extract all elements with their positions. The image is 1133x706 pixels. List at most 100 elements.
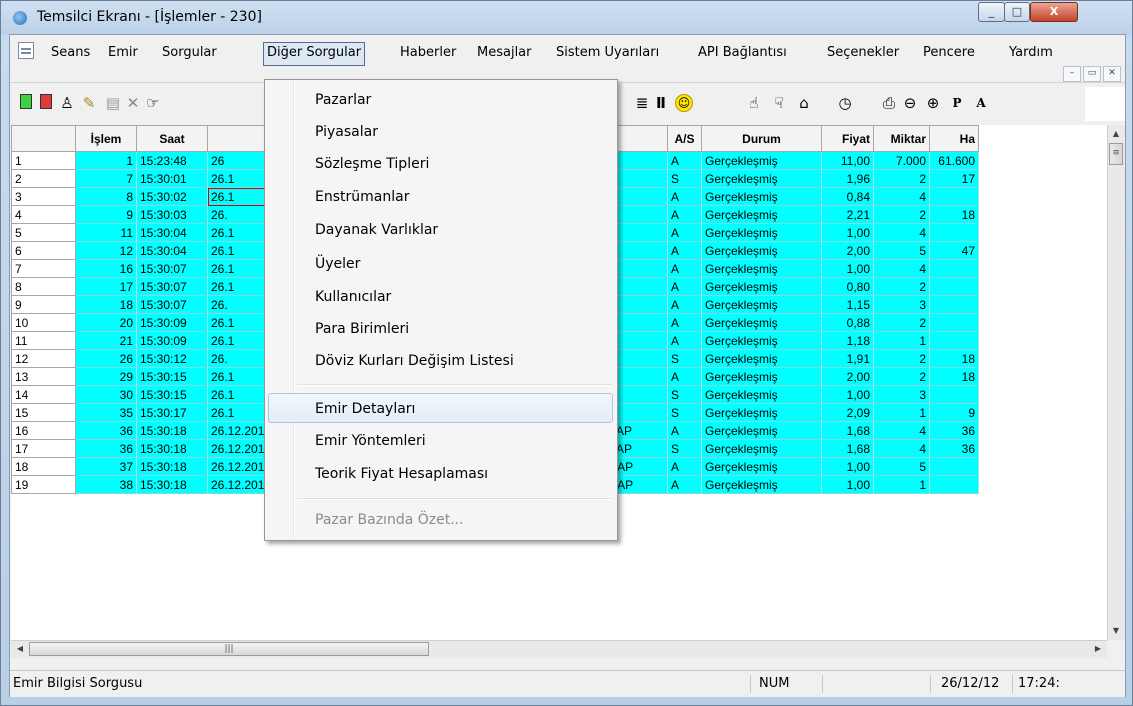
menu-yardim[interactable]: Yardım (1006, 42, 1056, 64)
scroll-up-icon[interactable]: ▲ (1108, 126, 1124, 142)
vertical-scroll-thumb[interactable]: ≡ (1109, 143, 1123, 165)
cell-fiyat[interactable]: 1,18 (821, 331, 874, 350)
cell-saat[interactable]: 15:30:07 (136, 259, 208, 278)
cell-saat[interactable]: 15:30:07 (136, 277, 208, 296)
cell-saat[interactable]: 15:30:12 (136, 349, 208, 368)
cell-hacim[interactable] (929, 187, 979, 206)
cell-as[interactable]: A (667, 241, 702, 260)
cell-hacim[interactable]: 18 (929, 367, 979, 386)
cell-durum[interactable]: Gerçekleşmiş (701, 421, 822, 440)
cell-as[interactable]: S (667, 169, 702, 188)
scroll-down-icon[interactable]: ▼ (1108, 623, 1124, 639)
menu-emir[interactable]: Emir (105, 42, 141, 64)
cell-row-number[interactable]: 11 (11, 331, 76, 350)
menu-seans[interactable]: Seans (48, 42, 93, 64)
cell-as[interactable]: S (667, 439, 702, 458)
cell-as[interactable]: A (667, 457, 702, 476)
cell-islem[interactable]: 11 (75, 223, 137, 242)
cell-islem[interactable]: 38 (75, 475, 137, 494)
cell-fiyat[interactable]: 1,68 (821, 421, 874, 440)
cell-hacim[interactable]: 61.600 (929, 151, 979, 170)
cell-as[interactable]: A (667, 259, 702, 278)
menu-item-kullanicilar[interactable]: Kullanıcılar (315, 286, 391, 308)
cell-islem[interactable]: 36 (75, 421, 137, 440)
menu-item-sozlesme-tipleri[interactable]: Sözleşme Tipleri (315, 153, 429, 175)
zoom-in-icon[interactable]: ⊕ (925, 94, 941, 112)
cell-islem[interactable]: 26 (75, 349, 137, 368)
menu-item-piyasalar[interactable]: Piyasalar (315, 121, 378, 143)
cell-as[interactable]: A (667, 151, 702, 170)
mdi-restore-icon[interactable]: ▭ (1083, 66, 1101, 82)
cell-hacim[interactable]: 36 (929, 421, 979, 440)
cell-hacim[interactable]: 36 (929, 439, 979, 458)
cell-saat[interactable]: 15:30:18 (136, 475, 208, 494)
cell-miktar[interactable]: 1 (873, 331, 930, 350)
list-icon[interactable]: ≣ (634, 94, 650, 112)
cell-islem[interactable]: 20 (75, 313, 137, 332)
cell-fiyat[interactable]: 2,00 (821, 241, 874, 260)
cell-fiyat[interactable]: 11,00 (821, 151, 874, 170)
cell-hacim[interactable] (929, 331, 979, 350)
cell-row-number[interactable]: 1 (11, 151, 76, 170)
cell-islem[interactable]: 36 (75, 439, 137, 458)
cell-row-number[interactable]: 6 (11, 241, 76, 260)
col-header-durum[interactable]: Durum (701, 125, 822, 152)
cell-saat[interactable]: 15:30:03 (136, 205, 208, 224)
cell-durum[interactable]: Gerçekleşmiş (701, 205, 822, 224)
cell-islem[interactable]: 7 (75, 169, 137, 188)
cell-row-number[interactable]: 15 (11, 403, 76, 422)
cell-durum[interactable]: Gerçekleşmiş (701, 403, 822, 422)
cell-hacim[interactable]: 17 (929, 169, 979, 188)
cell-row-number[interactable]: 18 (11, 457, 76, 476)
cell-row-number[interactable]: 10 (11, 313, 76, 332)
zoom-out-icon[interactable]: ⊖ (902, 94, 918, 112)
cell-saat[interactable]: 15:30:18 (136, 439, 208, 458)
cell-fiyat[interactable]: 1,00 (821, 223, 874, 242)
cell-as[interactable]: A (667, 205, 702, 224)
cell-row-number[interactable]: 12 (11, 349, 76, 368)
vertical-scrollbar[interactable]: ▲ ≡ ▼ (1107, 125, 1125, 640)
cell-miktar[interactable]: 4 (873, 187, 930, 206)
cell-fiyat[interactable]: 2,00 (821, 367, 874, 386)
menu-item-uyeler[interactable]: Üyeler (315, 253, 360, 275)
cell-fiyat[interactable]: 0,88 (821, 313, 874, 332)
cell-durum[interactable]: Gerçekleşmiş (701, 385, 822, 404)
cell-as[interactable]: S (667, 403, 702, 422)
cell-miktar[interactable]: 2 (873, 367, 930, 386)
col-header-saat[interactable]: Saat (136, 125, 208, 152)
cell-row-number[interactable]: 13 (11, 367, 76, 386)
menu-item-pazarlar[interactable]: Pazarlar (315, 89, 371, 111)
cell-miktar[interactable]: 2 (873, 349, 930, 368)
cell-fiyat[interactable]: 1,00 (821, 259, 874, 278)
cell-as[interactable]: S (667, 349, 702, 368)
menu-item-emir-yontemleri[interactable]: Emir Yöntemleri (315, 430, 426, 452)
minimize-button[interactable]: _ (978, 2, 1005, 22)
cell-miktar[interactable]: 3 (873, 295, 930, 314)
cell-hacim[interactable]: 18 (929, 205, 979, 224)
cell-miktar[interactable]: 4 (873, 421, 930, 440)
cell-durum[interactable]: Gerçekleşmiş (701, 367, 822, 386)
cell-fiyat[interactable]: 1,96 (821, 169, 874, 188)
menu-item-enstrumanlar[interactable]: Enstrümanlar (315, 186, 409, 208)
cell-hacim[interactable]: 18 (929, 349, 979, 368)
cell-as[interactable]: A (667, 331, 702, 350)
cell-saat[interactable]: 15:30:09 (136, 313, 208, 332)
cell-fiyat[interactable]: 0,80 (821, 277, 874, 296)
cell-durum[interactable]: Gerçekleşmiş (701, 259, 822, 278)
cell-as[interactable]: A (667, 475, 702, 494)
cell-durum[interactable]: Gerçekleşmiş (701, 313, 822, 332)
cell-row-number[interactable]: 7 (11, 259, 76, 278)
col-header-miktar[interactable]: Miktar (873, 125, 930, 152)
cell-hacim[interactable] (929, 277, 979, 296)
cell-miktar[interactable]: 2 (873, 169, 930, 188)
menu-secenekler[interactable]: Seçenekler (824, 42, 902, 64)
cell-fiyat[interactable]: 1,00 (821, 475, 874, 494)
menu-mesajlar[interactable]: Mesajlar (474, 42, 535, 64)
menu-item-dayanak-varliklar[interactable]: Dayanak Varlıklar (315, 219, 438, 241)
cell-durum[interactable]: Gerçekleşmiş (701, 277, 822, 296)
cell-row-number[interactable]: 2 (11, 169, 76, 188)
cell-saat[interactable]: 15:30:17 (136, 403, 208, 422)
menu-item-teorik-fiyat[interactable]: Teorik Fiyat Hesaplaması (315, 463, 488, 485)
col-header-islem[interactable]: İşlem (75, 125, 137, 152)
cell-hacim[interactable]: 9 (929, 403, 979, 422)
